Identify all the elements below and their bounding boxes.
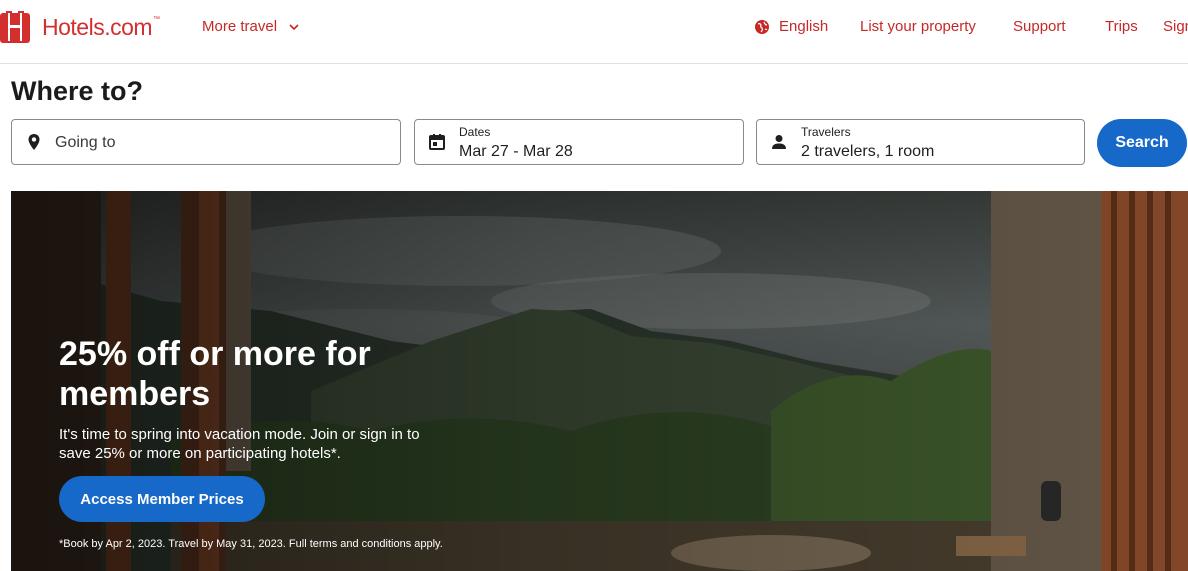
hero-banner: 25% off or more for members It's time to… bbox=[11, 191, 1188, 571]
going-to-placeholder: Going to bbox=[55, 134, 116, 151]
language-selector[interactable]: English bbox=[754, 18, 828, 35]
access-member-prices-button[interactable]: Access Member Prices bbox=[59, 476, 265, 522]
person-icon bbox=[772, 135, 786, 149]
travelers-label: Travelers bbox=[801, 125, 851, 139]
brand-logo[interactable]: Hotels.com™ bbox=[0, 11, 160, 43]
trips-link[interactable]: Trips bbox=[1105, 18, 1138, 35]
going-to-field[interactable]: Going to bbox=[11, 119, 401, 165]
dates-label: Dates bbox=[459, 125, 491, 139]
sign-in-link[interactable]: Sign in bbox=[1163, 18, 1188, 35]
globe-icon bbox=[755, 19, 769, 34]
travelers-value: 2 travelers, 1 room bbox=[801, 143, 935, 160]
hotels-logo-icon bbox=[0, 11, 30, 43]
more-travel-menu[interactable]: More travel bbox=[202, 18, 299, 35]
brand-name: Hotels.com™ bbox=[42, 13, 160, 40]
page-title: Where to? bbox=[11, 76, 143, 106]
language-label: English bbox=[779, 18, 829, 35]
top-header: Hotels.com™ More travel English List you… bbox=[0, 0, 1188, 64]
search-button[interactable]: Search bbox=[1097, 119, 1187, 167]
list-property-link[interactable]: List your property bbox=[860, 18, 976, 35]
support-link[interactable]: Support bbox=[1013, 18, 1066, 35]
more-travel-label: More travel bbox=[202, 18, 278, 35]
calendar-icon bbox=[429, 134, 445, 150]
chevron-down-icon bbox=[289, 23, 299, 30]
terms-fine-print[interactable]: *Book by Apr 2, 2023. Travel by May 31, … bbox=[59, 538, 443, 550]
dates-field[interactable]: Dates Mar 27 - Mar 28 bbox=[414, 119, 744, 165]
hero-title: 25% off or more for members bbox=[59, 335, 371, 413]
travelers-field[interactable]: Travelers 2 travelers, 1 room bbox=[756, 119, 1085, 165]
hero-description: It's time to spring into vacation mode. … bbox=[59, 426, 420, 462]
map-pin-icon bbox=[28, 134, 40, 150]
dates-value: Mar 27 - Mar 28 bbox=[459, 143, 573, 160]
